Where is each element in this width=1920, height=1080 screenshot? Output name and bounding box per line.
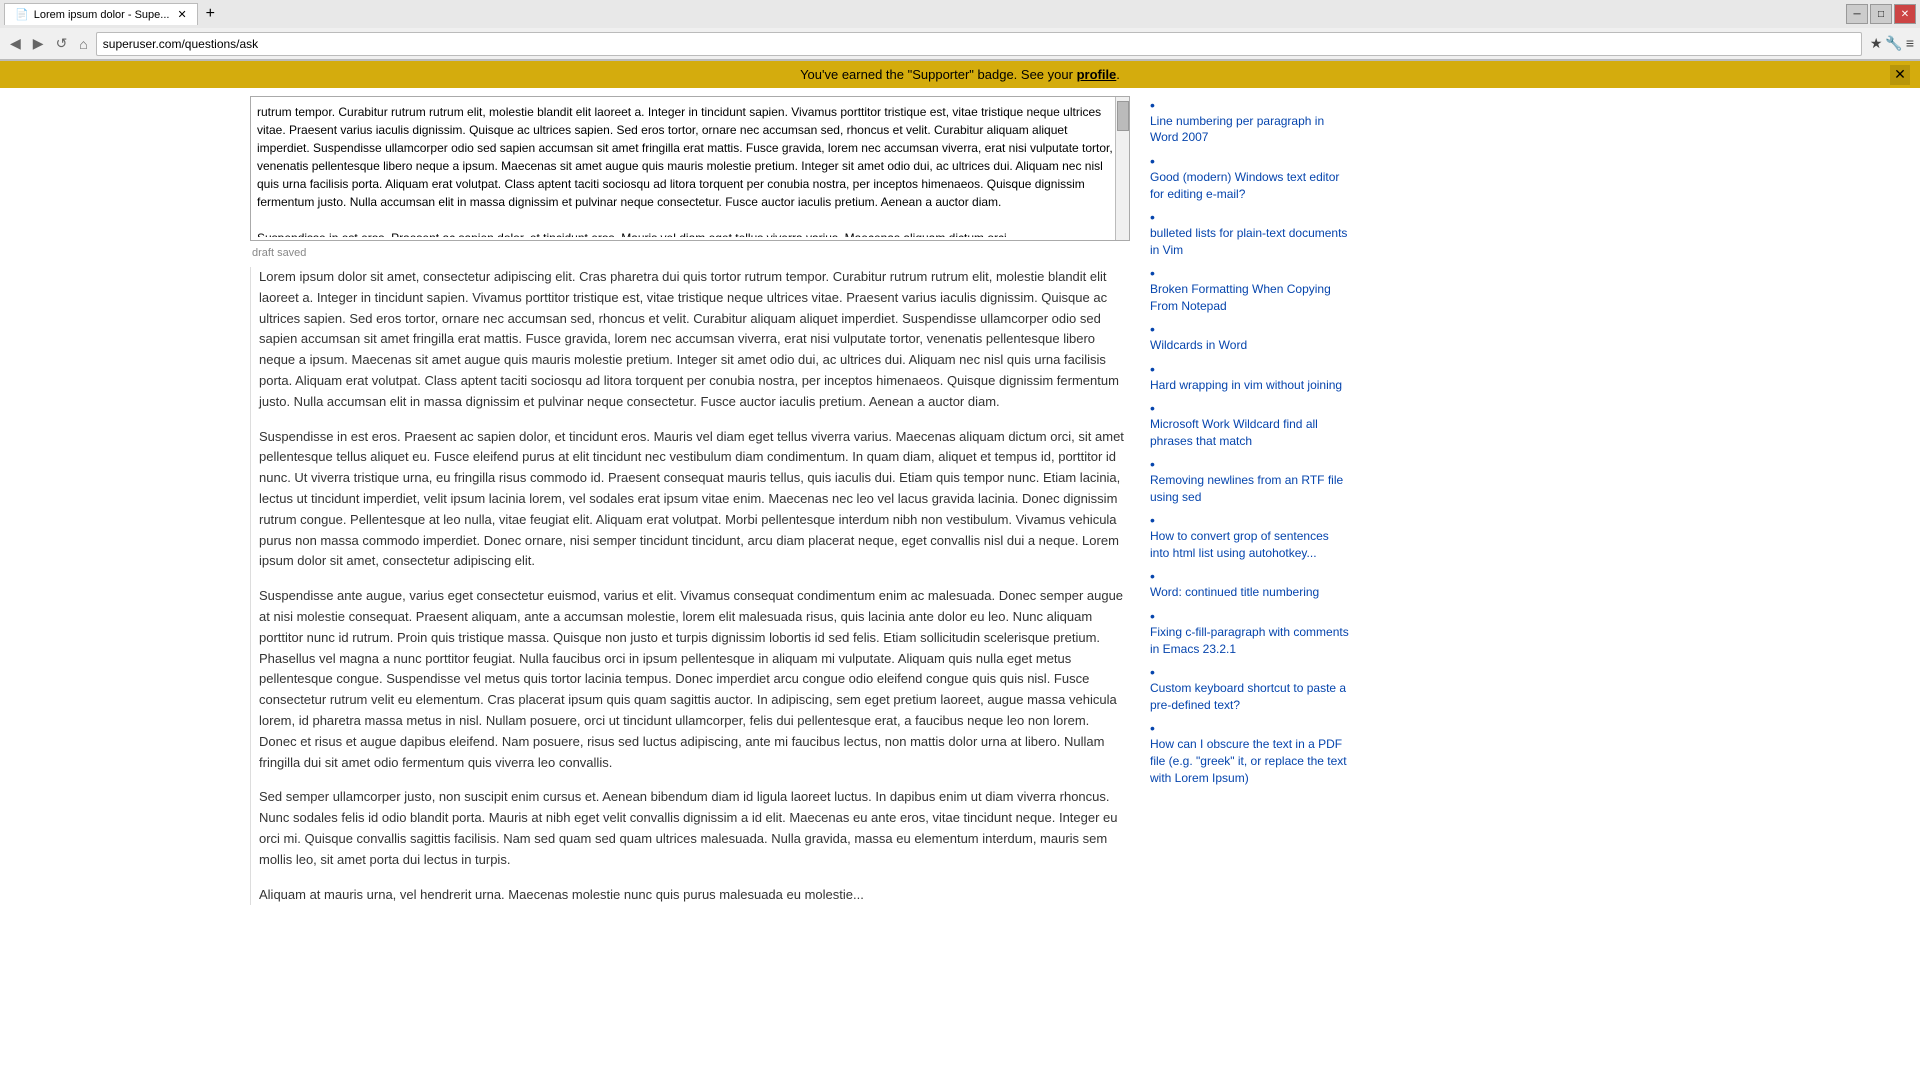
sidebar-link[interactable]: Custom keyboard shortcut to paste a pre-…	[1150, 680, 1350, 714]
sidebar-list-item: Broken Formatting When Copying From Note…	[1150, 264, 1350, 314]
sidebar-list-item: Hard wrapping in vim without joining	[1150, 360, 1350, 393]
address-bar: ◀ ▶ ↺ ⌂ ★ 🔧 ≡	[0, 28, 1920, 60]
sidebar: Line numbering per paragraph in Word 200…	[1140, 88, 1360, 927]
sidebar-list-item: How can I obscure the text in a PDF file…	[1150, 719, 1350, 786]
new-tab-button[interactable]: +	[198, 1, 223, 27]
sidebar-link[interactable]: Broken Formatting When Copying From Note…	[1150, 281, 1350, 315]
answer-content: Lorem ipsum dolor sit amet, consectetur …	[250, 267, 1130, 905]
editor-scrollbar[interactable]	[1115, 97, 1129, 240]
sidebar-link[interactable]: How to convert grop of sentences into ht…	[1150, 528, 1350, 562]
sidebar-link[interactable]: Line numbering per paragraph in Word 200…	[1150, 113, 1350, 147]
title-bar: 📄 Lorem ipsum dolor - Supe... ✕ + ─ □ ✕	[0, 0, 1920, 28]
sidebar-link[interactable]: Good (modern) Windows text editor for ed…	[1150, 169, 1350, 203]
sidebar-list-item: Fixing c-fill-paragraph with comments in…	[1150, 607, 1350, 657]
home-button[interactable]: ⌂	[75, 34, 91, 54]
sidebar-link[interactable]: How can I obscure the text in a PDF file…	[1150, 736, 1350, 786]
sidebar-list-item: Microsoft Work Wildcard find all phrases…	[1150, 399, 1350, 449]
sidebar-list-item: Line numbering per paragraph in Word 200…	[1150, 96, 1350, 146]
bookmark-icon[interactable]: ★	[1870, 35, 1883, 52]
minimize-button[interactable]: ─	[1846, 4, 1868, 24]
sidebar-link[interactable]: bulleted lists for plain-text documents …	[1150, 225, 1350, 259]
content-area: draft saved Lorem ipsum dolor sit amet, …	[240, 88, 1140, 927]
editor-container	[250, 96, 1130, 241]
answer-paragraph-3: Suspendisse ante augue, varius eget cons…	[259, 586, 1130, 773]
draft-saved-indicator: draft saved	[250, 247, 1130, 259]
sidebar-link[interactable]: Word: continued title numbering	[1150, 584, 1350, 601]
sidebar-list-item: Removing newlines from an RTF file using…	[1150, 456, 1350, 506]
sidebar-link[interactable]: Fixing c-fill-paragraph with comments in…	[1150, 624, 1350, 658]
refresh-button[interactable]: ↺	[52, 33, 72, 54]
notification-close-button[interactable]: ✕	[1890, 65, 1910, 85]
answer-paragraph-2: Suspendisse in est eros. Praesent ac sap…	[259, 427, 1130, 573]
url-input[interactable]	[96, 32, 1862, 56]
main-container: draft saved Lorem ipsum dolor sit amet, …	[240, 88, 1680, 927]
close-button[interactable]: ✕	[1894, 4, 1916, 24]
sidebar-list-item: How to convert grop of sentences into ht…	[1150, 512, 1350, 562]
sidebar-link[interactable]: Microsoft Work Wildcard find all phrases…	[1150, 416, 1350, 450]
sidebar-link[interactable]: Hard wrapping in vim without joining	[1150, 377, 1350, 394]
sidebar-link-list: Line numbering per paragraph in Word 200…	[1150, 96, 1350, 786]
forward-button[interactable]: ▶	[29, 33, 48, 54]
notification-banner: You've earned the "Supporter" badge. See…	[0, 61, 1920, 88]
notification-profile-link[interactable]: profile	[1077, 67, 1117, 82]
tab-close-icon[interactable]: ✕	[177, 8, 186, 21]
browser-chrome: 📄 Lorem ipsum dolor - Supe... ✕ + ─ □ ✕ …	[0, 0, 1920, 61]
sidebar-list-item: Custom keyboard shortcut to paste a pre-…	[1150, 663, 1350, 713]
answer-paragraph-1: Lorem ipsum dolor sit amet, consectetur …	[259, 267, 1130, 413]
answer-paragraph-5: Aliquam at mauris urna, vel hendrerit ur…	[259, 885, 1130, 906]
toolbar-icons: ★ 🔧 ≡	[1870, 35, 1914, 52]
sidebar-link[interactable]: Removing newlines from an RTF file using…	[1150, 472, 1350, 506]
answer-paragraph-4: Sed semper ullamcorper justo, non suscip…	[259, 787, 1130, 870]
scrollbar-thumb[interactable]	[1117, 101, 1129, 131]
extensions-icon[interactable]: 🔧	[1885, 35, 1902, 52]
sidebar-list-item: Wildcards in Word	[1150, 321, 1350, 354]
notification-text: You've earned the "Supporter" badge. See…	[800, 67, 1120, 82]
back-button[interactable]: ◀	[6, 33, 25, 54]
maximize-button[interactable]: □	[1870, 4, 1892, 24]
browser-tab[interactable]: 📄 Lorem ipsum dolor - Supe... ✕	[4, 3, 198, 25]
sidebar-list-item: bulleted lists for plain-text documents …	[1150, 208, 1350, 258]
sidebar-list-item: Word: continued title numbering	[1150, 568, 1350, 601]
sidebar-list-item: Good (modern) Windows text editor for ed…	[1150, 152, 1350, 202]
tab-favicon-icon: 📄	[15, 8, 29, 21]
editor-textarea[interactable]	[251, 97, 1129, 237]
tab-title: Lorem ipsum dolor - Supe...	[34, 9, 170, 21]
menu-icon[interactable]: ≡	[1906, 35, 1914, 52]
sidebar-link[interactable]: Wildcards in Word	[1150, 337, 1350, 354]
window-controls: ─ □ ✕	[1846, 4, 1916, 24]
